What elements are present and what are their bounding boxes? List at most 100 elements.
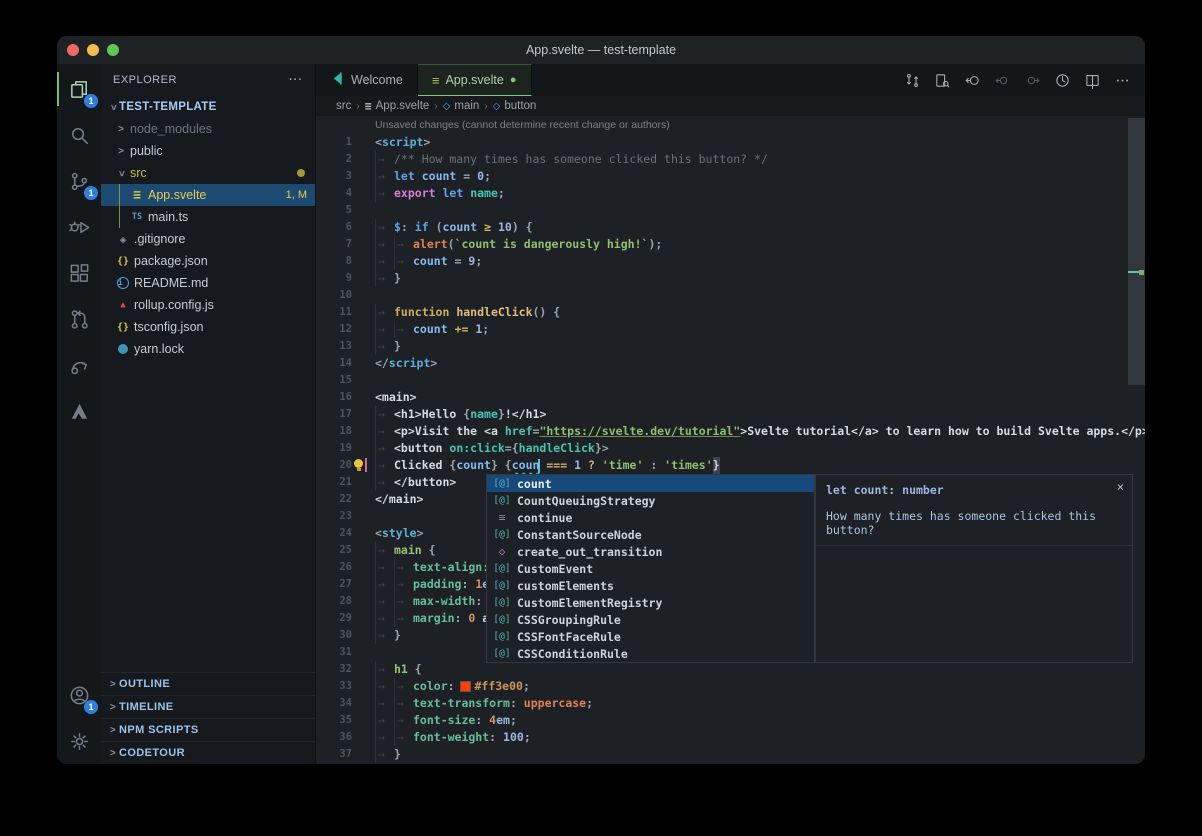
file-row-yarn-lock[interactable]: yarn.lock: [101, 338, 315, 360]
file-row-app-svelte[interactable]: ≡App.svelte1, M: [101, 184, 315, 206]
breadcrumb-item-app-svelte[interactable]: ≡App.svelte: [365, 99, 430, 113]
code-line-36[interactable]: 36→→font-weight: 100;: [316, 729, 1145, 746]
suggest-item-continue[interactable]: ≡continue: [487, 509, 814, 526]
code-line-3[interactable]: 3→let count = 0;: [316, 168, 1145, 185]
file-row-package-json[interactable]: {}package.json: [101, 250, 315, 272]
glyph-margin: [352, 695, 375, 712]
navigate-back-icon[interactable]: [959, 67, 985, 93]
editor-scrollbar[interactable]: [1128, 118, 1145, 764]
code-line-15[interactable]: 15: [316, 372, 1145, 389]
file-row-node-modules[interactable]: >node_modules: [101, 118, 315, 140]
file-row-main-ts[interactable]: TSmain.ts: [101, 206, 315, 228]
code-line-6[interactable]: 6→$: if (count ≥ 10) {: [316, 219, 1145, 236]
unsaved-dot-icon: ●: [510, 74, 517, 86]
suggest-item-customelementregistry[interactable]: [@]CustomElementRegistry: [487, 594, 814, 611]
suggest-item-count[interactable]: [@]count: [487, 475, 814, 492]
suggest-item-customelements[interactable]: [@]customElements: [487, 577, 814, 594]
suggest-item-cssconditionrule[interactable]: [@]CSSConditionRule: [487, 645, 814, 662]
file-row-rollup-config-js[interactable]: ▲rollup.config.js: [101, 294, 315, 316]
suggest-item-create_out_transition[interactable]: ◇create_out_transition: [487, 543, 814, 560]
code-line-7[interactable]: 7→→alert(`count is dangerously high!`);: [316, 236, 1145, 253]
activity-search-icon[interactable]: [57, 112, 101, 158]
titlebar[interactable]: App.svelte — test-template: [57, 36, 1145, 64]
compare-changes-icon[interactable]: [899, 67, 925, 93]
code-line-34[interactable]: 34→→text-transform: uppercase;: [316, 695, 1145, 712]
section-timeline[interactable]: >TIMELINE: [101, 695, 315, 718]
code-token: coun: [512, 457, 540, 474]
section-npm-scripts[interactable]: >NPM SCRIPTS: [101, 718, 315, 741]
explorer-more-actions-icon[interactable]: ···: [289, 74, 303, 86]
breadcrumb-item-src[interactable]: src: [336, 100, 351, 112]
breadcrumb-item-main[interactable]: ◇main: [443, 100, 480, 112]
code-token: [595, 457, 602, 474]
suggest-item-customevent[interactable]: [@] CustomEvent: [487, 560, 814, 577]
code-line-1[interactable]: 1<script>: [316, 134, 1145, 151]
activity-live-share-icon[interactable]: [57, 342, 101, 388]
glyph-margin: [352, 457, 375, 474]
code-line-9[interactable]: 9→}: [316, 270, 1145, 287]
code-line-37[interactable]: 37→}: [316, 746, 1145, 763]
activity-extensions-icon[interactable]: [57, 250, 101, 296]
suggest-item-cssfontfacerule[interactable]: [@]CSSFontFaceRule: [487, 628, 814, 645]
close-icon[interactable]: ×: [1117, 480, 1124, 494]
code-token: >: [740, 423, 747, 440]
suggest-item-cssgroupingrule[interactable]: [@]CSSGroupingRule: [487, 611, 814, 628]
code-line-8[interactable]: 8→→count = 9;: [316, 253, 1145, 270]
code-token: (: [429, 219, 443, 236]
activity-settings-icon[interactable]: [57, 718, 101, 764]
code-line-35[interactable]: 35→→font-size: 4em;: [316, 712, 1145, 729]
code-line-20[interactable]: 20→Clicked {count} {coun === 1 ? 'time' …: [316, 457, 1145, 474]
split-editor-icon[interactable]: [1079, 67, 1105, 93]
line-number: 1: [316, 134, 352, 151]
code-line-4[interactable]: 4→export let name;: [316, 185, 1145, 202]
tab-app-svelte[interactable]: ≡App.svelte●: [418, 64, 532, 96]
code-line-17[interactable]: 17→<h1>Hello {name}!</h1>: [316, 406, 1145, 423]
codelens-unsaved-changes[interactable]: Unsaved changes (cannot determine recent…: [316, 116, 1145, 134]
file-row-tsconfig-json[interactable]: {}tsconfig.json: [101, 316, 315, 338]
timeline-run-icon[interactable]: [1049, 67, 1075, 93]
code-line-2[interactable]: 2→/** How many times has someone clicked…: [316, 151, 1145, 168]
breadcrumb-item-button[interactable]: ◇button: [493, 100, 537, 112]
lightbulb-icon[interactable]: [354, 459, 363, 468]
activity-source-control-icon[interactable]: 1: [57, 158, 101, 204]
line-number: 25: [316, 542, 352, 559]
code-line-11[interactable]: 11→function handleClick() {: [316, 304, 1145, 321]
more-actions-icon[interactable]: [1109, 67, 1135, 93]
code-token: :: [489, 729, 503, 746]
scrollbar-thumb[interactable]: [1128, 118, 1145, 385]
code-line-19[interactable]: 19→<button on:click={handleClick}>: [316, 440, 1145, 457]
suggest-label: CustomEvent: [517, 562, 593, 576]
file-row-src[interactable]: >src: [101, 162, 315, 184]
open-changes-icon[interactable]: [929, 67, 955, 93]
activity-run-debug-icon[interactable]: [57, 204, 101, 250]
symbol-kw-icon: ≡: [491, 511, 513, 524]
code-line-10[interactable]: 10: [316, 287, 1145, 304]
activity-explorer-icon[interactable]: 1: [57, 66, 101, 112]
code-line-5[interactable]: 5: [316, 202, 1145, 219]
code-token: to learn how to build Svelte apps.: [879, 423, 1121, 440]
section-outline[interactable]: >OUTLINE: [101, 672, 315, 695]
code-line-12[interactable]: 12→→count += 1;: [316, 321, 1145, 338]
activity-azure-icon[interactable]: [57, 388, 101, 434]
activity-accounts-icon[interactable]: 1: [57, 672, 101, 718]
file-row-public[interactable]: >public: [101, 140, 315, 162]
code-line-32[interactable]: 32→h1 {: [316, 661, 1145, 678]
suggest-item-countqueuingstrategy[interactable]: [@]CountQueuingStrategy: [487, 492, 814, 509]
workspace-root-folder[interactable]: > TEST-TEMPLATE: [101, 96, 315, 118]
code-token: [463, 185, 470, 202]
code-line-18[interactable]: 18→<p>Visit the <a href="https://svelte.…: [316, 423, 1145, 440]
code-line-13[interactable]: 13→}: [316, 338, 1145, 355]
code-editor[interactable]: Unsaved changes (cannot determine recent…: [316, 116, 1145, 764]
code-line-33[interactable]: 33→→color: #ff3e00;: [316, 678, 1145, 695]
code-line-16[interactable]: 16<main>: [316, 389, 1145, 406]
activity-github-pr-icon[interactable]: [57, 296, 101, 342]
tab-welcome[interactable]: Welcome: [316, 64, 418, 96]
file-row--gitignore[interactable]: ◈.gitignore: [101, 228, 315, 250]
file-row-readme-md[interactable]: iREADME.md: [101, 272, 315, 294]
code-line-14[interactable]: 14</script>: [316, 355, 1145, 372]
symbol-var-icon: [@]: [491, 563, 513, 574]
suggest-item-constantsourcenode[interactable]: [@]ConstantSourceNode: [487, 526, 814, 543]
indent-guide: →: [375, 440, 394, 457]
code-token: :: [475, 712, 489, 729]
section-codetour[interactable]: >CODETOUR: [101, 741, 315, 764]
